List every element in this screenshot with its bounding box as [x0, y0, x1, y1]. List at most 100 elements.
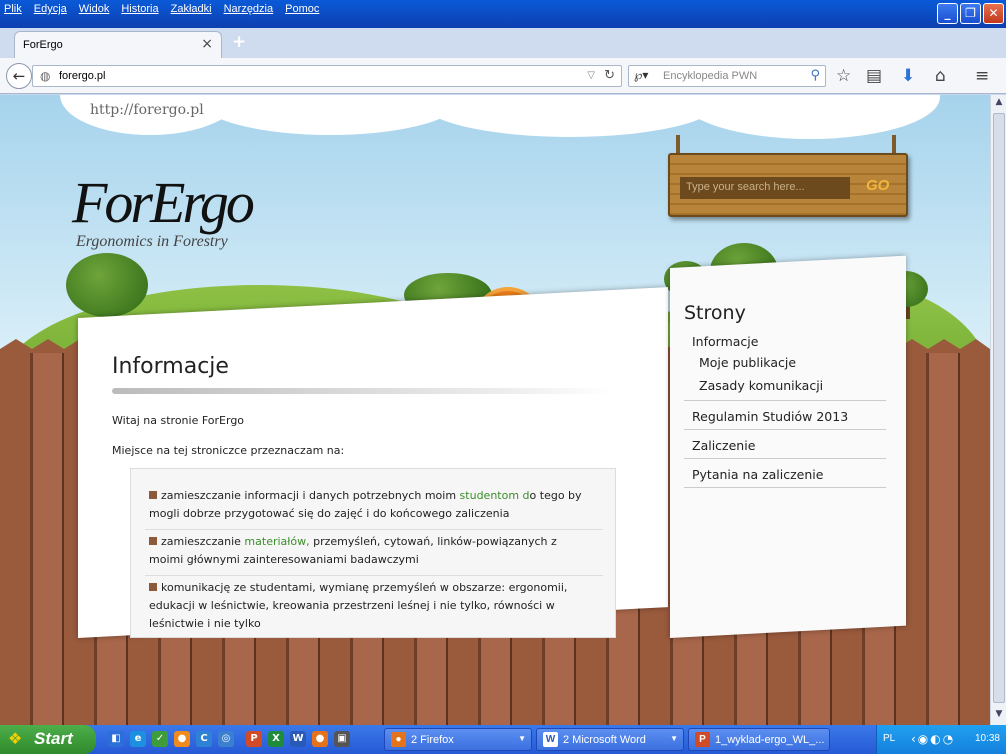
- tab-close-icon[interactable]: ×: [201, 36, 213, 52]
- restore-button[interactable]: ❐: [960, 3, 981, 24]
- post-title: Informacje: [112, 354, 229, 379]
- item-text: przemyśleń, cytowań, linków-powiązanych …: [309, 535, 557, 548]
- list-item: zamieszczanie informacji i danych potrze…: [149, 487, 599, 523]
- quicklaunch-app-icon[interactable]: ◎: [218, 731, 234, 747]
- back-button[interactable]: ←: [6, 63, 32, 89]
- sidebar-item-moje-publikacje[interactable]: Moje publikacje: [699, 355, 796, 370]
- search-icon[interactable]: ⚲: [810, 68, 820, 83]
- search-placeholder[interactable]: Encyklopedia PWN: [663, 70, 757, 82]
- menu-historia[interactable]: Historia: [121, 3, 158, 15]
- sidebar-item-zasady-komunikacji[interactable]: Zasady komunikacji: [699, 378, 823, 393]
- scroll-up-icon[interactable]: ▲: [993, 97, 1005, 111]
- downloads-icon[interactable]: ⬇: [901, 66, 915, 86]
- firefox-icon[interactable]: ●: [312, 731, 328, 747]
- search-engine-icon[interactable]: ℘▾: [634, 68, 648, 82]
- internet-explorer-icon[interactable]: e: [130, 731, 146, 747]
- scroll-down-icon[interactable]: ▼: [993, 709, 1005, 723]
- globe-icon: ◍: [40, 69, 51, 83]
- powerpoint-icon[interactable]: P: [246, 731, 262, 747]
- chevron-down-icon: ▼: [670, 734, 678, 743]
- cloud: [680, 95, 940, 139]
- title-divider: [112, 388, 612, 394]
- firefox-icon: ●: [391, 732, 406, 747]
- bullet-icon: [149, 583, 157, 591]
- menu-icon[interactable]: ≡: [975, 66, 989, 86]
- sidebar-divider: [684, 400, 886, 401]
- windows-flag-icon: ❖: [8, 729, 23, 748]
- taskbar-firefox[interactable]: ● 2 Firefox ▼: [384, 728, 532, 751]
- clock: 10:38: [974, 733, 1000, 744]
- site-search-placeholder[interactable]: Type your search here...: [686, 181, 805, 193]
- sidebar-item-regulamin[interactable]: Regulamin Studiów 2013: [692, 409, 848, 424]
- item-text: o tego by: [529, 489, 582, 502]
- site-logo[interactable]: ForErgo: [72, 169, 255, 236]
- home-icon[interactable]: ⌂: [935, 66, 946, 86]
- sidebar-item-informacje[interactable]: Informacje: [692, 334, 758, 349]
- menu-edycja[interactable]: Edycja: [34, 3, 67, 15]
- url-text[interactable]: forergo.pl: [59, 70, 105, 82]
- item-divider: [145, 575, 603, 576]
- item-text: komunikację ze studentami, wymianę przem…: [161, 581, 568, 594]
- site-search-go-button[interactable]: GO: [866, 177, 889, 194]
- sidebar-divider: [684, 458, 886, 459]
- sidebar-item-pytania[interactable]: Pytania na zaliczenie: [692, 467, 823, 482]
- menu-plik[interactable]: Plik: [4, 3, 22, 15]
- sidebar-item-zaliczenie[interactable]: Zaliczenie: [692, 438, 755, 453]
- taskbar-powerpoint[interactable]: P 1_wyklad-ergo_WL_...: [688, 728, 830, 751]
- minimize-button[interactable]: _: [937, 3, 958, 24]
- list-item: komunikację ze studentami, wymianę przem…: [149, 579, 599, 633]
- search-bar[interactable]: ℘▾ Encyklopedia PWN ⚲: [628, 65, 826, 87]
- reload-icon[interactable]: ↻: [604, 68, 615, 83]
- item-link[interactable]: materiałów,: [244, 535, 309, 548]
- item-divider: [145, 529, 603, 530]
- tab-forergo[interactable]: ForErgo ×: [14, 31, 222, 58]
- excel-icon[interactable]: X: [268, 731, 284, 747]
- item-text: mogli dobrze przygotować się do zajęć i …: [149, 507, 510, 520]
- site-url-label: http://forergo.pl: [90, 102, 204, 118]
- bookmark-star-icon[interactable]: ☆: [836, 66, 851, 86]
- address-bar[interactable]: ◍ forergo.pl ▽ ↻: [32, 65, 622, 87]
- nav-bar: ← ◍ forergo.pl ▽ ↻ ℘▾ Encyklopedia PWN ⚲: [0, 58, 1006, 94]
- new-tab-button[interactable]: +: [232, 32, 246, 52]
- chevron-down-icon: ▼: [518, 734, 526, 743]
- menu-zakladki[interactable]: Zakładki: [171, 3, 212, 15]
- quicklaunch-desktop-icon[interactable]: ◧: [108, 731, 124, 747]
- menu-bar: Plik Edycja Widok Historia Zakładki Narz…: [4, 3, 319, 15]
- tray-icons[interactable]: ‹◉◐◔: [911, 732, 955, 746]
- sidebar-divider: [684, 487, 886, 488]
- bullet-icon: [149, 537, 157, 545]
- sidebar-divider: [684, 429, 886, 430]
- word-icon: W: [543, 732, 558, 747]
- task-label: 2 Firefox: [411, 734, 454, 746]
- window-controls: _ ❐ ✕: [937, 3, 1004, 24]
- menu-pomoc[interactable]: Pomoc: [285, 3, 319, 15]
- quicklaunch-app-icon[interactable]: ✓: [152, 731, 168, 747]
- item-text: edukacji w leśnictwie, kreowania przestr…: [149, 599, 555, 612]
- word-icon[interactable]: W: [290, 731, 306, 747]
- task-label: 1_wyklad-ergo_WL_...: [715, 734, 825, 746]
- page-scrollbar[interactable]: ▲ ▼: [990, 95, 1006, 725]
- quicklaunch-app-icon[interactable]: ▣: [334, 731, 350, 747]
- cloud: [420, 95, 720, 137]
- close-window-button[interactable]: ✕: [983, 3, 1004, 24]
- menu-narzedzia[interactable]: Narzędzia: [224, 3, 274, 15]
- language-indicator[interactable]: PL: [883, 733, 895, 744]
- tab-strip: ForErgo ×: [0, 28, 1006, 58]
- sidebar-title: Strony: [684, 302, 746, 324]
- site-tagline: Ergonomics in Forestry: [76, 233, 228, 250]
- system-tray: PL ‹◉◐◔ 10:38: [876, 725, 1006, 754]
- menu-widok[interactable]: Widok: [79, 3, 110, 15]
- history-dropdown-icon[interactable]: ▽: [587, 70, 595, 81]
- scroll-thumb[interactable]: [993, 113, 1005, 703]
- post-intro: Witaj na stronie ForErgo: [112, 414, 245, 427]
- bookmarks-list-icon[interactable]: ▤: [866, 66, 882, 86]
- quicklaunch-app-icon[interactable]: ●: [174, 731, 190, 747]
- sidebar: Strony Informacje Moje publikacje Zasady…: [670, 268, 906, 628]
- start-label: Start: [34, 729, 73, 748]
- item-text: leśnictwie i nie tylko: [149, 617, 261, 630]
- taskbar: ❖ Start ◧ e ✓ ● C ◎ P X W ● ▣ ● 2 Firefo…: [0, 725, 1006, 754]
- item-link[interactable]: studentom d: [460, 489, 530, 502]
- taskbar-word[interactable]: W 2 Microsoft Word ▼: [536, 728, 684, 751]
- quicklaunch-app-icon[interactable]: C: [196, 731, 212, 747]
- start-button[interactable]: ❖ Start: [0, 725, 96, 754]
